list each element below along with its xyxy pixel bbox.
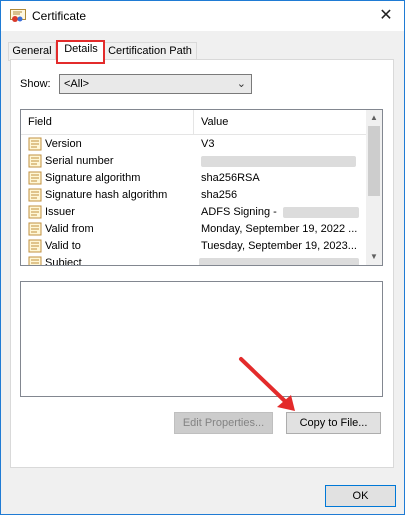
field-detail-box[interactable]: [20, 281, 383, 397]
column-header-value[interactable]: Value: [201, 116, 228, 128]
certificate-field-icon: [28, 239, 42, 253]
scroll-up-arrow-icon[interactable]: ▲: [366, 110, 382, 126]
redacted-value: [283, 207, 359, 218]
show-dropdown-value: <All>: [64, 78, 90, 90]
certificate-field-icon: [28, 256, 42, 265]
field-name: Signature algorithm: [45, 172, 141, 184]
edit-properties-button[interactable]: Edit Properties...: [174, 412, 273, 434]
copy-to-file-button[interactable]: Copy to File...: [286, 412, 381, 434]
column-header-field[interactable]: Field: [28, 116, 52, 128]
field-name: Issuer: [45, 206, 75, 218]
certificate-field-icon: [28, 137, 42, 151]
table-row[interactable]: Signature algorithm sha256RSA: [21, 170, 366, 187]
window-title: Certificate: [32, 9, 87, 23]
field-value: Monday, September 19, 2022 ...: [201, 223, 358, 235]
field-value: sha256RSA: [201, 172, 260, 184]
certificate-icon: [10, 9, 26, 22]
chevron-down-icon: ⌄: [236, 78, 246, 90]
field-name: Version: [45, 138, 82, 150]
title-bar: Certificate ✕: [1, 1, 404, 31]
close-button[interactable]: ✕: [368, 1, 404, 31]
certificate-field-icon: [28, 222, 42, 236]
field-name: Serial number: [45, 155, 114, 167]
field-value: sha256: [201, 189, 238, 201]
table-row[interactable]: Valid to Tuesday, September 19, 2023...: [21, 238, 366, 255]
details-tab-highlight: [56, 40, 105, 64]
certificate-field-icon: [28, 154, 42, 168]
certificate-field-icon: [28, 171, 42, 185]
field-list[interactable]: Field Value Version V3 Serial number Sig…: [20, 109, 383, 266]
annotation-arrow-icon: [239, 357, 295, 411]
redacted-value: [201, 156, 356, 167]
table-row[interactable]: Valid from Monday, September 19, 2022 ..…: [21, 221, 366, 238]
field-name: Subject: [45, 257, 82, 266]
certificate-dialog: Certificate ✕ General Details Certificat…: [0, 0, 405, 515]
table-row[interactable]: Subject: [21, 255, 366, 266]
scroll-down-arrow-icon[interactable]: ▼: [366, 249, 382, 265]
table-row[interactable]: Serial number: [21, 153, 366, 170]
show-dropdown[interactable]: <All> ⌄: [59, 74, 252, 94]
show-label: Show:: [20, 78, 51, 90]
field-value: ADFS Signing -: [201, 206, 277, 218]
redacted-value: [199, 258, 359, 265]
table-row[interactable]: Issuer ADFS Signing -: [21, 204, 366, 221]
vertical-scrollbar[interactable]: ▲ ▼: [366, 110, 382, 265]
scrollbar-thumb[interactable]: [368, 126, 380, 196]
field-name: Signature hash algorithm: [45, 189, 168, 201]
field-name: Valid from: [45, 223, 94, 235]
certificate-field-icon: [28, 188, 42, 202]
certificate-field-icon: [28, 205, 42, 219]
column-divider[interactable]: [193, 110, 194, 134]
ok-button[interactable]: OK: [325, 485, 396, 507]
field-value: V3: [201, 138, 215, 150]
table-row[interactable]: Version V3: [21, 136, 366, 153]
field-value: Tuesday, September 19, 2023...: [201, 240, 357, 252]
table-row[interactable]: Signature hash algorithm sha256: [21, 187, 366, 204]
field-name: Valid to: [45, 240, 81, 252]
list-rows: Version V3 Serial number Signature algor…: [21, 136, 366, 266]
list-header: Field Value: [21, 110, 382, 135]
